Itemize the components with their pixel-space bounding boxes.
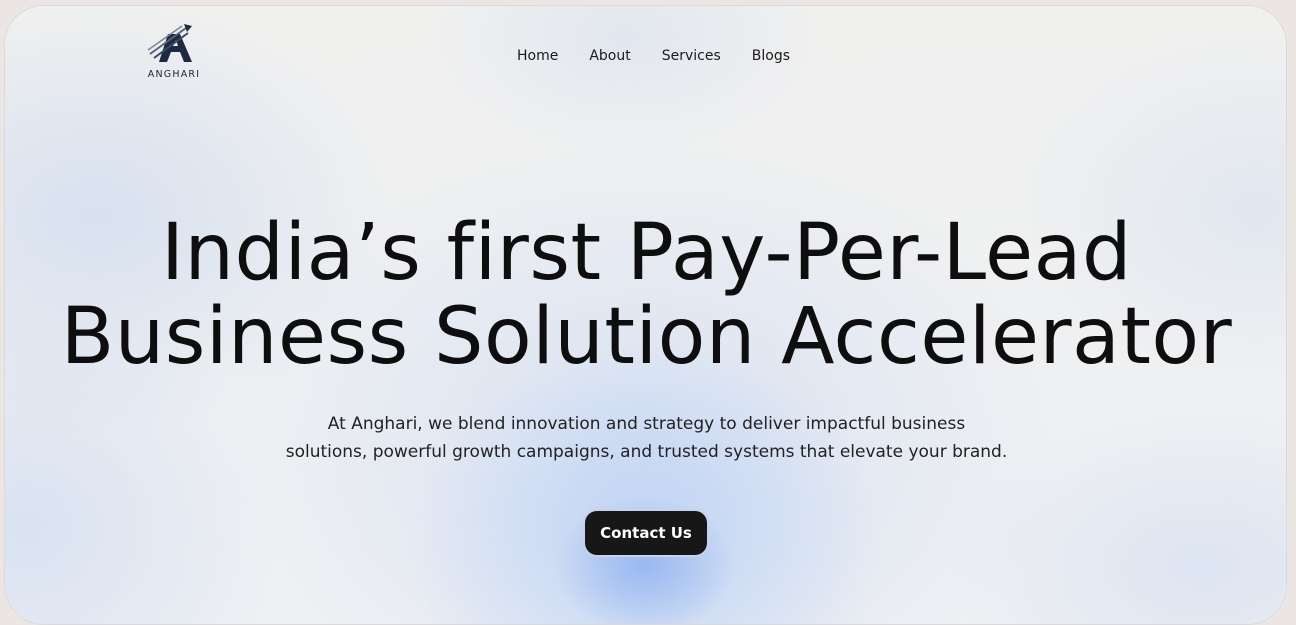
contact-us-button[interactable]: Contact Us	[585, 511, 707, 555]
page-frame: ANGHARI Home About Services Blogs India’…	[4, 5, 1287, 625]
nav-home[interactable]: Home	[517, 48, 558, 64]
brand-name: ANGHARI	[147, 69, 201, 80]
headline-line-1: India’s first Pay-Per-Lead	[161, 208, 1132, 298]
brand-logo[interactable]: ANGHARI	[142, 24, 206, 80]
nav-about[interactable]: About	[589, 48, 630, 64]
subtitle-line-2: solutions, powerful growth campaigns, an…	[285, 442, 1008, 462]
hero-headline: India’s first Pay-Per-Lead Business Solu…	[5, 208, 1286, 382]
subtitle-line-1: At Anghari, we blend innovation and stra…	[327, 414, 966, 434]
logo-icon	[147, 24, 192, 62]
nav-blogs[interactable]: Blogs	[752, 48, 790, 64]
nav-services[interactable]: Services	[662, 48, 721, 64]
hero-subtitle: At Anghari, we blend innovation and stra…	[5, 410, 1286, 466]
headline-line-2: Business Solution Accelerator	[60, 292, 1233, 382]
